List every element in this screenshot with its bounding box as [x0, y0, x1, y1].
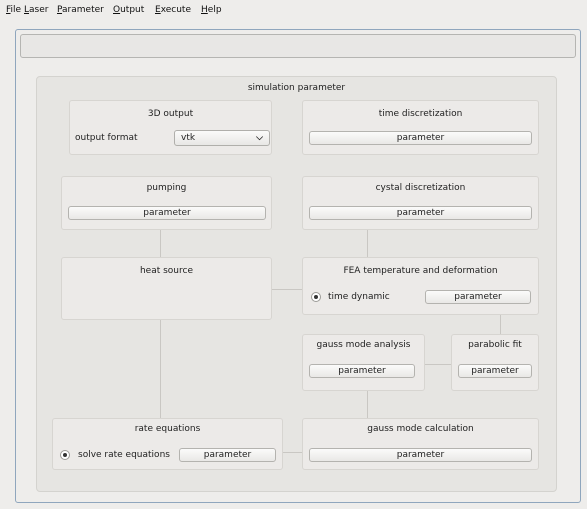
time-dynamic-radio[interactable] — [311, 292, 321, 302]
radio-dot — [63, 453, 67, 457]
connector-heat-fea — [272, 289, 302, 290]
menu-output[interactable]: Output — [113, 5, 144, 15]
menu-parameter-label: arameter — [62, 5, 104, 15]
output-format-value: vtk — [181, 133, 196, 143]
pumping-parameter-button[interactable]: parameter — [68, 206, 266, 220]
menu-output-label: utput — [120, 5, 145, 15]
connector-gauss-parabolic — [425, 364, 451, 365]
menu-laser-label: aser — [29, 5, 49, 15]
heat-source-title: heat source — [139, 266, 194, 276]
menu-parameter[interactable]: Parameter — [57, 5, 104, 15]
gauss-mode-calculation-title: gauss mode calculation — [367, 424, 474, 434]
menu-execute[interactable]: Execute — [155, 5, 191, 15]
menu-laser[interactable]: Laser — [24, 5, 48, 15]
rate-equations-parameter-button[interactable]: parameter — [179, 448, 276, 462]
rate-equations-title: rate equations — [134, 424, 201, 434]
gauss-mode-analysis-parameter-button[interactable]: parameter — [309, 364, 415, 378]
menu-bar: File Laser Parameter Output Execute Help — [0, 0, 587, 22]
radio-dot — [314, 295, 318, 299]
crystal-discretization-parameter-button[interactable]: parameter — [309, 206, 532, 220]
top-bar — [20, 34, 576, 58]
fea-parameter-button[interactable]: parameter — [425, 290, 531, 304]
connector-crystal-fea — [367, 230, 368, 257]
output-format-label: output format — [75, 133, 138, 143]
menu-help-label: elp — [207, 5, 222, 15]
output-format-select[interactable]: vtk ⌵ — [174, 130, 270, 146]
time-discretization-parameter-button[interactable]: parameter — [309, 131, 532, 145]
menu-help-mnemonic: H — [201, 5, 208, 15]
crystal-discretization-title: cystal discretization — [375, 183, 466, 193]
solve-rate-equations-label: solve rate equations — [78, 450, 170, 460]
menu-file-label: ile — [10, 5, 22, 15]
solve-rate-equations-radio[interactable] — [60, 450, 70, 460]
time-discretization-title: time discretization — [378, 109, 463, 119]
3d-output-title: 3D output — [147, 109, 194, 119]
time-dynamic-label: time dynamic — [328, 292, 390, 302]
parabolic-fit-title: parabolic fit — [468, 340, 522, 350]
menu-file[interactable]: File — [6, 5, 21, 15]
connector-heat-rate — [160, 320, 161, 418]
gauss-mode-calculation-parameter-button[interactable]: parameter — [309, 448, 532, 462]
pumping-title: pumping — [146, 183, 187, 193]
gauss-mode-analysis-title: gauss mode analysis — [316, 340, 411, 350]
connector-pumping-heat — [160, 230, 161, 257]
chevron-down-icon: ⌵ — [256, 133, 263, 143]
parabolic-fit-parameter-button[interactable]: parameter — [458, 364, 532, 378]
menu-execute-label: xecute — [160, 5, 191, 15]
simulation-parameter-title: simulation parameter — [247, 83, 346, 93]
connector-gauss-calc — [367, 391, 368, 418]
connector-rate-gauss — [283, 452, 302, 453]
fea-title: FEA temperature and deformation — [343, 266, 498, 276]
menu-help[interactable]: Help — [201, 5, 222, 15]
connector-fea-parabolic — [500, 315, 501, 334]
